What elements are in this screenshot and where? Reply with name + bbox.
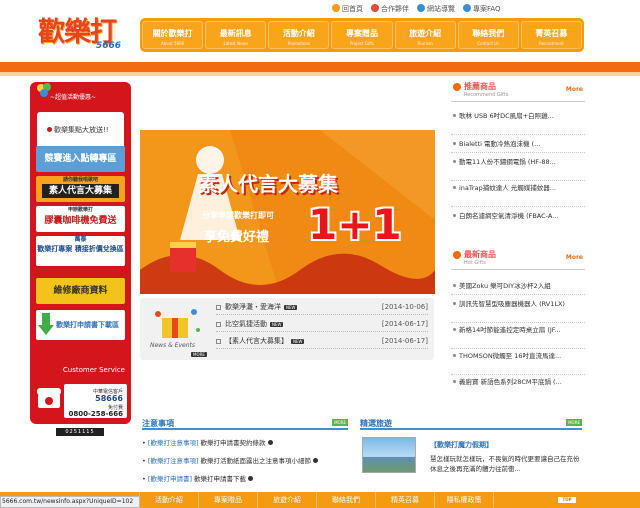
list-item[interactable]: • [歡樂打申請書] 歡樂打申請書下載 [142, 473, 342, 483]
list-item[interactable]: 動電11人份不鏽鋼電鍋 (HF-88... [453, 158, 585, 167]
travel-photo [362, 437, 416, 473]
sidebar-button-coffee[interactable]: 申辦歡樂打 膠囊咖啡機免費送 [36, 206, 125, 232]
sitemap-icon [417, 4, 425, 12]
nav-item-gifts[interactable]: 專案贈品 Project Gifts [331, 21, 393, 49]
news-row[interactable]: 比空氣捷活動 NEW [2014-06-17] [216, 317, 428, 332]
latest-panel: 最新商品 Hot Gifts More 美國Zoku 樂可DIY冰沙杯2入組 訓… [451, 248, 585, 408]
bullet-box-icon [216, 321, 221, 327]
list-item[interactable]: 訓訊先智慧型吸塵器機器人 (RV1LX) [453, 300, 585, 309]
recommend-header: 推薦商品 Recommend Gifts More [451, 80, 585, 102]
logo-number: 5666 [96, 41, 122, 51]
top-link-faq[interactable]: 專案FAQ [463, 4, 501, 16]
footer-link[interactable]: 精英召募 [376, 492, 435, 508]
bullet-box-icon [216, 304, 221, 310]
list-item[interactable]: 義廚寶 新語色系列28CM平底鍋 (... [453, 378, 585, 387]
bullet-box-icon [216, 338, 221, 344]
top-link-home[interactable]: 回首頁 [332, 4, 363, 16]
browser-status-bar: 5666.com.tw/newsinfo.aspx?UniqueID=102 [0, 496, 140, 508]
notice-more-button[interactable]: MORE [332, 419, 348, 426]
home-icon [332, 4, 340, 12]
list-item[interactable]: inaTrap捕蚊達人 光觸媒捕蚊器... [453, 184, 585, 193]
sidebar-title: ~超值活動優惠~ [50, 94, 97, 101]
main-nav: 關於歡樂打 About 5666 最新訊息 Latest News 活動介紹 Prom… [140, 18, 584, 52]
footer-link[interactable]: 聯絡我們 [317, 492, 376, 508]
news-row[interactable]: 歡樂淨灘・愛海洋 NEW [2014-10-06] [216, 300, 428, 315]
site-logo[interactable]: 歡樂打 5666 [38, 10, 130, 52]
cs-shortcode: 58666 [95, 394, 123, 403]
recommend-panel: 推薦商品 Recommend Gifts More 歌林 USB 6吋DC風扇+… [451, 80, 585, 240]
footer-link[interactable]: 活動介紹 [140, 492, 199, 508]
list-item[interactable]: THOMSON微觸至 16吋直流馬達... [453, 352, 585, 361]
list-item[interactable]: 白朗名濾網空氣清淨機 (FBAC-A... [453, 212, 585, 221]
top-link-partner[interactable]: 合作夥伴 [371, 4, 409, 16]
list-item[interactable]: 歌林 USB 6吋DC風扇+白照雞... [453, 112, 585, 121]
section-icon [453, 83, 461, 91]
nav-item-recruit[interactable]: 菁英召募 Recruitment [520, 21, 582, 49]
recommend-more-link[interactable]: More [566, 86, 583, 93]
nav-item-tourism[interactable]: 旅遊介紹 Tourism [394, 21, 456, 49]
news-more-button[interactable]: MORE [191, 352, 207, 357]
back-to-top-button[interactable]: TOP [557, 496, 577, 504]
footer-link[interactable]: 旅遊介紹 [258, 492, 317, 508]
header-divider-shadow [0, 72, 640, 76]
visitor-counter: 0251115 [56, 428, 104, 436]
notice-header: 注意事項 MORE [142, 419, 348, 430]
footer-link[interactable]: 專案贈品 [199, 492, 258, 508]
travel-more-button[interactable]: MORE [566, 419, 582, 426]
banner-line-2: 享免費好禮 [204, 230, 270, 245]
news-row[interactable]: 【素人代言大募集】 NEW [2014-06-17] [216, 334, 428, 349]
travel-item-text: 慧怎樣玩就怎樣玩，不畏氣的時代更要讓自己在充份休息之後再充滿的體力往前衝... [430, 455, 580, 473]
nav-item-news[interactable]: 最新訊息 Latest News [205, 21, 267, 49]
cs-title: Customer Service [62, 366, 125, 374]
list-item[interactable]: 新格14吋節能遙控定時桌立扇 (JF... [453, 326, 585, 335]
bullet-icon [47, 127, 52, 132]
hero-banner[interactable]: 素人代言大募集 分享申辦歡樂打即可 享免費好禮 1+1 [140, 130, 435, 294]
travel-item-title: 【歡樂打魔力假期】 [430, 441, 493, 449]
section-icon [453, 251, 461, 259]
travel-feature[interactable]: 【歡樂打魔力假期】 慧怎樣玩就怎樣玩，不畏氣的時代更要讓自己在充份休息之後再充滿… [360, 432, 582, 480]
nav-item-contact[interactable]: 聯絡我們 Contact Us [457, 21, 519, 49]
list-item[interactable]: • [歡樂打注意事項] 歡樂打申請書契約條款 [142, 437, 342, 447]
banner-offer: 1+1 [308, 200, 402, 249]
nav-item-about[interactable]: 關於歡樂打 About 5666 [142, 21, 204, 49]
sidebar-header: ~超值活動優惠~ [36, 82, 126, 108]
download-arrow-icon [38, 313, 54, 335]
promo-sidebar: ~超值活動優惠~ 歡樂集點大放送!! 競賽進入點轉專區 請你聽我唱歌吧 素人代言… [30, 82, 131, 424]
faq-icon [463, 4, 471, 12]
list-item[interactable]: 美國Zoku 樂可DIY冰沙杯2入組 [453, 282, 585, 291]
latest-header: 最新商品 Hot Gifts More [451, 248, 585, 270]
phone-icon [37, 388, 61, 408]
banner-title: 素人代言大募集 [198, 172, 338, 196]
cs-phone-number: 0800-258-666 [68, 410, 123, 418]
sidebar-button-spokesperson[interactable]: 請你聽我唱歌吧 素人代言大募集 [36, 176, 125, 202]
footer-link[interactable]: 隱私權政策 [435, 492, 494, 508]
sidebar-button-contest[interactable]: 競賽進入點轉專區 [36, 146, 125, 172]
list-item[interactable]: • [歡樂打注意事項] 歡樂打活動紙面露出之注意事項小細節 [142, 455, 342, 465]
partner-icon [371, 4, 379, 12]
list-item[interactable]: Bialetti 電動冷熱泡沫機 (... [453, 140, 585, 149]
nav-item-promotions[interactable]: 活動介紹 Promotions [268, 21, 330, 49]
news-logo: News & Events MORE [148, 306, 207, 357]
news-panel: News & Events MORE 歡樂淨灘・愛海洋 NEW [2014-10-… [140, 298, 434, 360]
news-logo-text: News & Events [150, 342, 196, 349]
banner-line-1: 分享申辦歡樂打即可 [202, 211, 274, 220]
travel-header: 精選旅遊 MORE [360, 419, 582, 430]
header-divider [0, 62, 640, 72]
sidebar-button-download[interactable]: 歡樂打申請書下載區 [36, 310, 125, 340]
latest-more-link[interactable]: More [566, 254, 583, 261]
sidebar-button-repair[interactable]: 維修廠商資料 [36, 278, 125, 304]
sidebar-button-redeem[interactable]: 萬泰 歡樂打專案 積接折價兌換區 [36, 236, 125, 266]
top-links: 回首頁 合作夥伴 網站導覽 專案FAQ [332, 4, 501, 16]
customer-service: Customer Service 中華電信客戶 58666 免付費 0800-2… [36, 366, 127, 420]
top-link-sitemap[interactable]: 網站導覽 [417, 4, 455, 16]
